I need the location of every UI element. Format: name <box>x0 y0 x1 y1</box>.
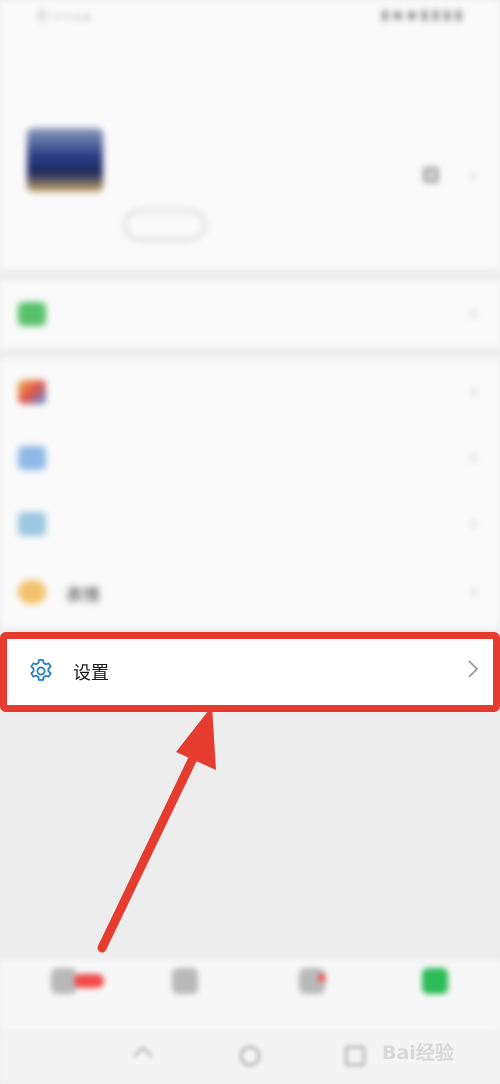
new-dot <box>318 974 326 982</box>
unread-badge <box>74 974 104 988</box>
status-bar-right: ▮ ◆ ◆ ▮ ▮ ▮ ▮ <box>381 8 462 23</box>
recents-icon[interactable] <box>345 1046 365 1066</box>
chevron-right-icon: › <box>470 301 478 325</box>
qr-code-icon[interactable] <box>424 168 438 182</box>
status-button[interactable] <box>124 210 206 240</box>
menu-item-pay[interactable]: › <box>0 282 500 348</box>
menu-item-favorites[interactable]: › <box>0 360 500 426</box>
nav-contacts[interactable] <box>145 968 225 998</box>
settings-label: 设置 <box>73 663 109 684</box>
status-bar-left: ▯ ᵢ ᵤ ᵥ ᵨ ᵩ <box>38 8 90 23</box>
bottom-nav <box>0 960 500 1032</box>
watermark: Bai经验 <box>382 1042 454 1064</box>
profile-header[interactable]: › <box>0 120 500 270</box>
pay-icon <box>18 302 46 326</box>
cards-icon <box>18 512 46 536</box>
divider <box>0 270 500 280</box>
menu-item-settings[interactable]: 设置 <box>12 644 488 700</box>
menu-item-cards[interactable]: › <box>0 492 500 558</box>
divider <box>0 348 500 358</box>
chevron-right-icon <box>468 660 479 678</box>
album-icon <box>18 446 46 470</box>
back-icon[interactable] <box>133 1046 153 1066</box>
home-icon[interactable] <box>240 1046 260 1066</box>
sticker-icon <box>18 580 46 604</box>
nav-discover[interactable] <box>272 968 352 998</box>
settings-highlight-box: 设置 <box>0 632 500 712</box>
wechat-me-screen: ▯ ᵢ ᵤ ᵥ ᵨ ᵩ ▮ ◆ ◆ ▮ ▮ ▮ ▮ › › › › › 表情 ›… <box>0 0 500 1084</box>
nav-chats[interactable] <box>24 968 104 998</box>
me-icon <box>422 968 448 994</box>
contacts-icon <box>172 968 198 994</box>
chevron-right-icon: › <box>470 445 478 469</box>
chevron-right-icon: › <box>470 511 478 535</box>
menu-item-album[interactable]: › <box>0 426 500 492</box>
chevron-right-icon: › <box>470 379 478 403</box>
avatar[interactable] <box>27 128 103 192</box>
blurred-content: ▯ ᵢ ᵤ ᵥ ᵨ ᵩ ▮ ◆ ◆ ▮ ▮ ▮ ▮ › › › › › 表情 › <box>0 0 500 628</box>
chevron-right-icon: › <box>469 166 476 185</box>
nav-me[interactable] <box>395 968 475 998</box>
gear-icon <box>30 659 52 681</box>
menu-item-label: 表情 <box>66 586 100 606</box>
favorites-icon <box>18 380 46 404</box>
chevron-right-icon: › <box>470 579 478 603</box>
menu-item-stickers[interactable]: 表情 › <box>0 560 500 626</box>
status-bar: ▯ ᵢ ᵤ ᵥ ᵨ ᵩ ▮ ◆ ◆ ▮ ▮ ▮ ▮ <box>38 8 462 28</box>
